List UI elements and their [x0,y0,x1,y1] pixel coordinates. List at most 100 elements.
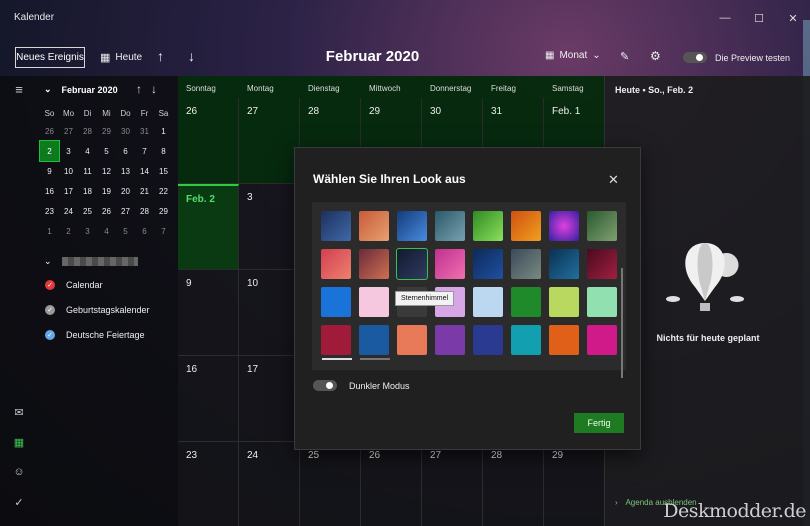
mini-day[interactable]: 7 [135,141,154,161]
page-indicator[interactable] [360,358,390,360]
mini-day[interactable]: 27 [116,201,135,221]
mini-day[interactable]: 5 [97,141,116,161]
account-header[interactable]: ⌄ [44,256,138,267]
mini-day[interactable]: 14 [135,161,154,181]
mini-day[interactable]: 18 [78,181,97,201]
mini-day[interactable]: 20 [116,181,135,201]
hamburger-menu-icon[interactable]: ≡ [12,82,26,97]
close-window-button[interactable]: ✕ [776,0,810,36]
mini-day[interactable]: 2 [59,221,78,241]
theme-swatch[interactable] [549,211,579,241]
theme-swatch[interactable] [435,249,465,279]
mini-day[interactable]: 10 [59,161,78,181]
dark-mode-toggle[interactable]: Dunkler Modus [313,380,410,391]
day-cell[interactable]: 29 [544,442,605,526]
theme-swatch[interactable] [549,249,579,279]
theme-swatch[interactable] [549,325,579,355]
theme-swatch[interactable] [359,249,389,279]
mini-prev-arrow-icon[interactable]: ↑ [136,82,142,96]
theme-swatch[interactable] [359,325,389,355]
mini-day[interactable]: 17 [59,181,78,201]
theme-swatch[interactable] [321,211,351,241]
theme-swatch[interactable] [435,211,465,241]
theme-swatch[interactable] [473,325,503,355]
mini-day[interactable]: 22 [154,181,173,201]
theme-swatch[interactable] [511,211,541,241]
theme-swatch[interactable] [321,325,351,355]
mail-icon[interactable]: ✉ [12,406,26,419]
mini-day[interactable]: 23 [40,201,59,221]
theme-swatch[interactable] [397,211,427,241]
theme-swatch[interactable] [587,211,617,241]
day-cell[interactable]: 23 [178,442,239,526]
mini-day[interactable]: 28 [78,121,97,141]
mini-day[interactable]: 7 [154,221,173,241]
maximize-button[interactable]: ☐ [742,0,776,36]
theme-swatch[interactable] [587,325,617,355]
checkmark-icon[interactable]: ✓ [45,305,55,315]
mini-day[interactable]: 28 [135,201,154,221]
theme-swatch[interactable] [396,248,428,280]
close-icon[interactable]: ✕ [608,172,619,188]
mini-next-arrow-icon[interactable]: ↓ [151,82,157,96]
theme-swatch[interactable] [473,211,503,241]
mini-day[interactable]: 31 [135,121,154,141]
mini-day[interactable]: 1 [40,221,59,241]
theme-swatch[interactable] [587,249,617,279]
mini-day[interactable]: 3 [78,221,97,241]
mini-day[interactable]: 4 [78,141,97,161]
day-cell[interactable]: 10 [239,270,300,356]
day-cell[interactable]: 9 [178,270,239,356]
calendar-nav-icon[interactable]: ▦ [12,436,26,449]
theme-swatch[interactable] [359,287,389,317]
theme-swatch[interactable] [321,287,351,317]
day-cell[interactable]: 25 [300,442,361,526]
done-button[interactable]: Fertig [574,413,624,433]
theme-swatch[interactable] [511,287,541,317]
day-cell[interactable]: 28 [483,442,544,526]
mini-day[interactable]: 30 [116,121,135,141]
mini-day[interactable]: 21 [135,181,154,201]
pen-icon[interactable]: ✎ [620,50,629,63]
mini-day[interactable]: 15 [154,161,173,181]
theme-swatch[interactable] [473,249,503,279]
mini-day[interactable]: 11 [78,161,97,181]
day-cell[interactable]: 24 [239,442,300,526]
mini-day[interactable]: 5 [116,221,135,241]
mini-day[interactable]: 26 [40,121,59,141]
mini-day[interactable]: 27 [59,121,78,141]
theme-swatch[interactable] [473,287,503,317]
new-event-button[interactable]: Neues Ereignis [15,47,85,68]
view-selector[interactable]: ▦ Monat ⌄ [545,50,601,61]
next-arrow-icon[interactable]: ↓ [188,48,195,64]
page-indicator-active[interactable] [322,358,352,360]
day-cell[interactable]: 27 [422,442,483,526]
theme-swatch[interactable] [587,287,617,317]
mini-calendar-header[interactable]: ⌄ Februar 2020 [44,84,118,95]
preview-toggle[interactable]: Die Preview testen [683,52,790,63]
theme-swatch[interactable] [511,249,541,279]
day-cell[interactable]: 16 [178,356,239,442]
todo-check-icon[interactable]: ✓ [12,496,26,509]
mini-day[interactable]: 8 [154,141,173,161]
day-cell[interactable]: 27 [239,98,300,184]
mini-day[interactable]: 6 [135,221,154,241]
gear-icon[interactable]: ⚙ [650,49,661,63]
previous-arrow-icon[interactable]: ↑ [157,48,164,64]
swatch-scrollbar[interactable] [621,268,623,378]
theme-swatch[interactable] [397,325,427,355]
mini-day[interactable]: 3 [59,141,78,161]
dark-mode-switch[interactable] [313,380,337,391]
mini-day[interactable]: 16 [40,181,59,201]
day-cell[interactable]: 26 [361,442,422,526]
calendar-list-item[interactable]: ✓ Calendar [45,280,103,290]
mini-day[interactable]: 9 [40,161,59,181]
day-cell[interactable]: 17 [239,356,300,442]
mini-day[interactable]: 1 [154,121,173,141]
mini-day[interactable]: 4 [97,221,116,241]
mini-day[interactable]: 29 [154,201,173,221]
calendar-list-item[interactable]: ✓ Deutsche Feiertage [45,330,145,340]
mini-day[interactable]: 24 [59,201,78,221]
theme-swatch[interactable] [435,325,465,355]
preview-toggle-switch[interactable] [683,52,707,63]
